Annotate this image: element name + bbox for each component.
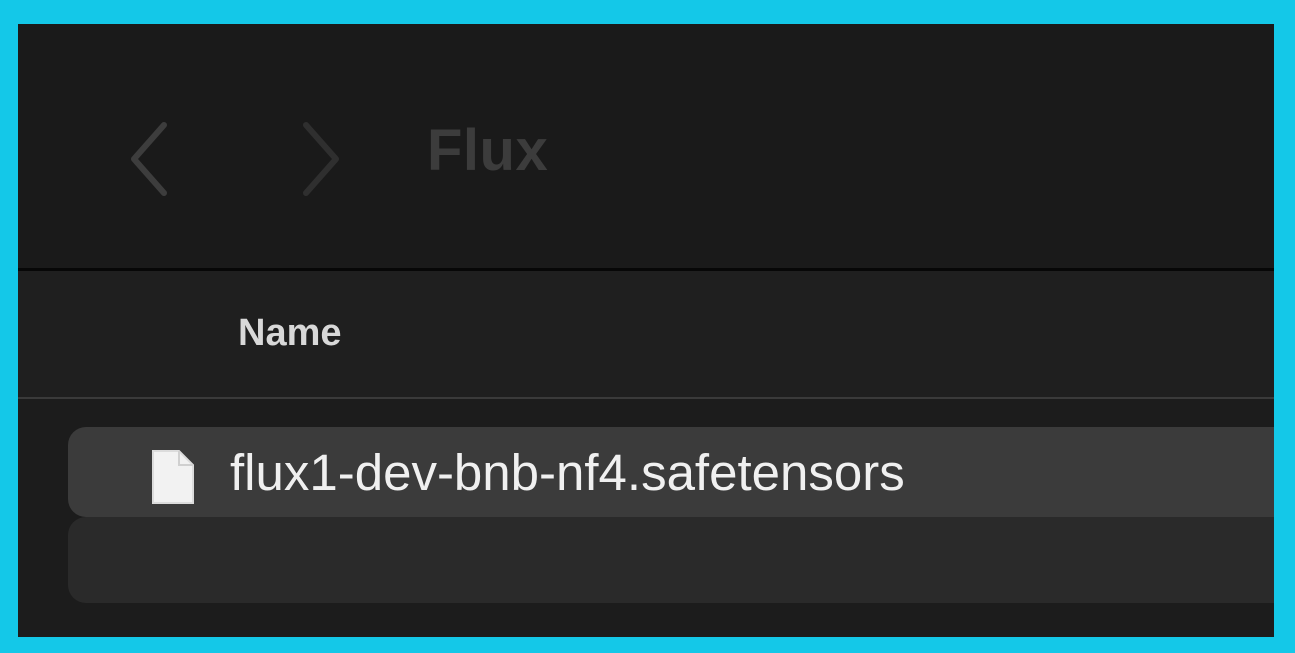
file-row-selected[interactable]: flux1-dev-bnb-nf4.safetensors [68, 427, 1274, 517]
chevron-right-icon [303, 122, 339, 196]
column-header-bar: Name [18, 271, 1274, 399]
empty-row [68, 517, 1274, 603]
finder-window: Flux Name flux1-dev-bnb-nf4.safetensors [18, 24, 1274, 637]
chevron-left-icon [131, 122, 167, 196]
file-list: flux1-dev-bnb-nf4.safetensors [18, 399, 1274, 637]
document-icon [147, 447, 199, 507]
file-name: flux1-dev-bnb-nf4.safetensors [230, 444, 905, 501]
forward-button[interactable] [294, 119, 346, 199]
back-button[interactable] [124, 119, 176, 199]
folder-title: Flux [427, 118, 549, 183]
toolbar: Flux [18, 24, 1274, 271]
column-header-name[interactable]: Name [238, 314, 342, 352]
